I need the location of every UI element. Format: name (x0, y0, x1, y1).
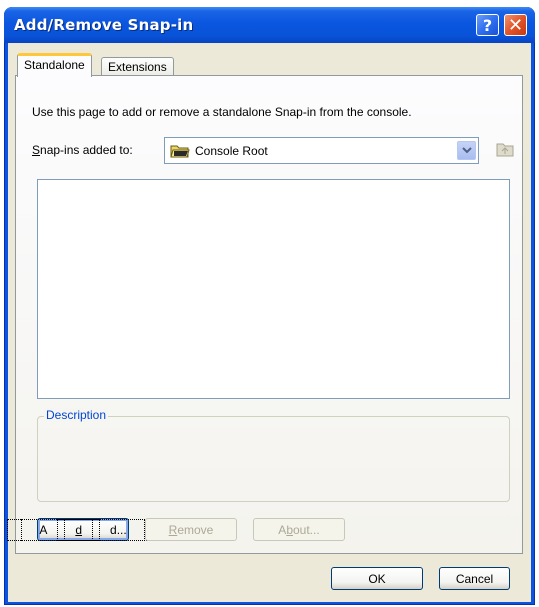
close-icon: ✕ (507, 14, 524, 36)
combo-dropdown-button[interactable] (457, 141, 476, 160)
add-pre: A (21, 518, 66, 541)
ok-button[interactable]: OK (331, 567, 423, 590)
about-mnemonic: b (286, 522, 293, 537)
tab-extensions[interactable]: Extensions (101, 57, 174, 76)
add-button-label: Ad d... (7, 518, 159, 541)
add-post: d... (92, 518, 145, 541)
remove-button[interactable]: Remove (145, 518, 237, 541)
help-button[interactable]: ? (476, 14, 499, 36)
add-button[interactable]: Ad d... (7, 518, 159, 541)
description-label: Description (44, 408, 109, 422)
label-mnemonic: S (32, 143, 41, 157)
remove-mnemonic: R (168, 522, 178, 537)
snapins-list[interactable] (37, 179, 510, 399)
remove-post: emove (177, 522, 214, 537)
snapins-added-to-combobox[interactable]: Console Root (164, 137, 479, 164)
up-folder-icon[interactable] (496, 142, 514, 157)
about-post: out... (293, 522, 320, 537)
combo-value: Console Root (195, 143, 268, 158)
description-group: Description (37, 408, 510, 502)
dialog-client: Standalone Extensions Use this page to a… (7, 43, 531, 602)
label-rest: nap-ins added to: (40, 143, 133, 157)
window-title: Add/Remove Snap-in (14, 16, 194, 34)
dialog-window: Add/Remove Snap-in ? ✕ Standalone Extens… (4, 7, 535, 605)
standalone-tab-panel: Use this page to add or remove a standal… (7, 75, 523, 554)
remove-button-label: Remove (169, 523, 214, 537)
title-bar[interactable]: Add/Remove Snap-in ? ✕ (4, 7, 535, 43)
about-button[interactable]: About... (253, 518, 345, 541)
chevron-down-icon (461, 147, 472, 154)
intro-text: Use this page to add or remove a standal… (32, 105, 412, 119)
help-icon: ? (482, 15, 493, 35)
close-button[interactable]: ✕ (504, 14, 527, 36)
about-button-label: About... (278, 523, 319, 537)
folder-icon (170, 145, 190, 157)
cancel-button[interactable]: Cancel (439, 567, 510, 590)
snapins-added-to-label: Snap-ins added to: (32, 143, 133, 157)
add-mnemonic: d (57, 518, 100, 541)
tab-standalone[interactable]: Standalone (17, 53, 92, 77)
